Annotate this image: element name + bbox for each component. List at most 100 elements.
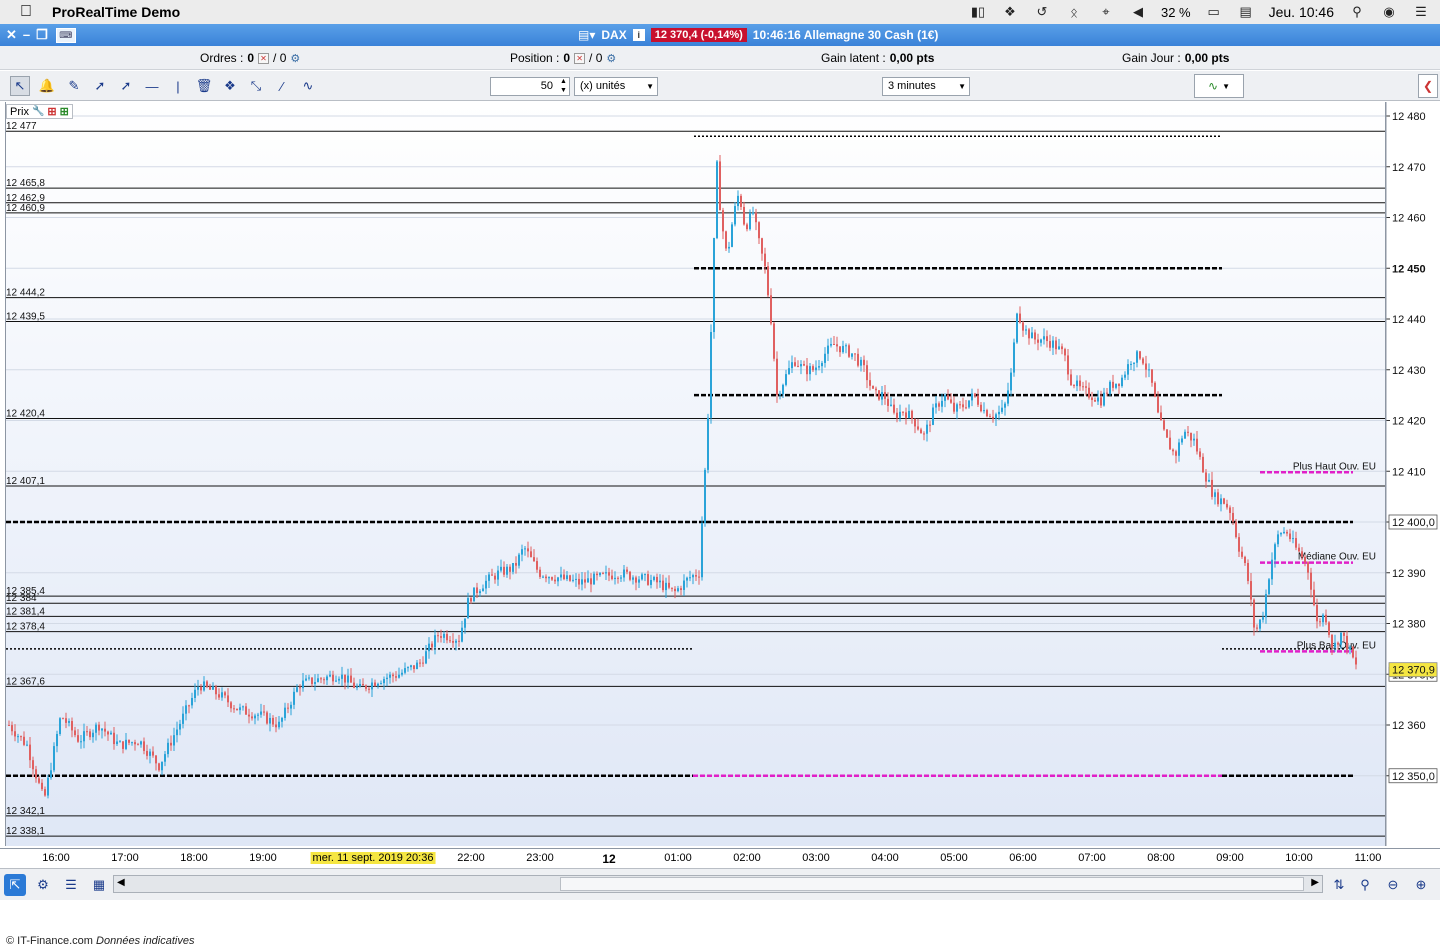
close-window-icon[interactable]: ✕ <box>6 27 17 43</box>
menubar-clock[interactable]: Jeu. 10:46 <box>1269 4 1334 20</box>
wifi-icon[interactable]: ⌖ <box>1097 4 1115 20</box>
candle-body <box>389 674 391 678</box>
info-icon[interactable]: i <box>632 29 645 41</box>
trendline-tool-icon[interactable]: ➚ <box>116 76 136 96</box>
magnet-tool-icon[interactable]: ❖ <box>220 76 240 96</box>
candle-body <box>551 577 553 580</box>
fibonacci-tool-icon[interactable]: ⤡ <box>246 76 266 96</box>
scrollbar-thumb[interactable] <box>560 877 1304 891</box>
candle-body <box>803 364 805 366</box>
battery-icon[interactable]: ▭ <box>1205 4 1223 20</box>
candle-body <box>893 404 895 413</box>
bluetooth-icon[interactable]: ᛟ <box>1065 4 1083 20</box>
close-position-icon[interactable]: ✕ <box>574 52 586 64</box>
instrument-selector-icon[interactable]: ▤▾ <box>578 28 595 42</box>
time-axis-label: 03:00 <box>802 852 830 864</box>
candle-body <box>1010 372 1012 391</box>
app-menu-name[interactable]: ProRealTime Demo <box>52 4 180 20</box>
horizontal-line-tool-icon[interactable]: — <box>142 76 162 96</box>
candle-body <box>1085 386 1087 388</box>
candle-body <box>890 404 892 406</box>
candle-body <box>830 343 832 346</box>
scroll-right-icon[interactable]: ▶ <box>1311 877 1319 888</box>
segment-tool-icon[interactable]: ➚ <box>90 76 110 96</box>
level-label: 12 384 <box>6 593 37 604</box>
candle-body <box>626 569 628 572</box>
candle-body <box>278 721 280 728</box>
wrench-icon[interactable]: 🔧 <box>32 106 44 117</box>
minimize-window-icon[interactable]: – <box>23 27 30 43</box>
candle-body <box>821 362 823 367</box>
candle-body <box>461 627 463 642</box>
autoscale-icon[interactable]: ⇅ <box>1328 874 1350 896</box>
vertical-line-tool-icon[interactable]: | <box>168 76 188 96</box>
candle-body <box>704 469 706 524</box>
candle-body <box>1343 632 1345 636</box>
expand-panel-icon[interactable]: ⊞ <box>60 105 69 118</box>
volume-icon[interactable]: ◀ <box>1129 4 1147 20</box>
candle-body <box>1175 451 1177 456</box>
orders-settings-icon[interactable]: ⚙ <box>290 52 300 65</box>
time-machine-icon[interactable]: ↺ <box>1033 4 1051 20</box>
candle-body <box>1115 383 1117 388</box>
side-panel-toggle-icon[interactable]: ❮ <box>1418 74 1438 98</box>
position-settings-icon[interactable]: ⚙ <box>606 52 616 65</box>
apple-icon[interactable]:  <box>0 3 52 21</box>
bottom-navigation-bar: ⇱ ⚙ ☰ ▦ ◀ ▶ ⇅ ⚲ ⊖ ⊕ <box>0 868 1440 900</box>
add-indicator-icon[interactable]: ⊞ <box>47 105 56 118</box>
candle-body <box>953 402 955 412</box>
bars-view-icon[interactable]: ▦ <box>88 874 110 896</box>
candle-body <box>1181 438 1183 443</box>
candle-body <box>212 686 214 690</box>
unit-select[interactable]: (x) unités ▼ <box>574 77 658 96</box>
list-view-icon[interactable]: ☰ <box>60 874 82 896</box>
level-label: 12 460,9 <box>6 203 45 214</box>
price-chart-area[interactable]: 12 477 12 465,8 12 462,9 12 460,9 12 444,2 12… <box>0 102 1440 947</box>
zoom-out-icon[interactable]: ⊖ <box>1382 874 1404 896</box>
candle-body <box>974 393 976 396</box>
candle-body <box>194 689 196 698</box>
spotlight-search-icon[interactable]: ⚲ <box>1348 4 1366 20</box>
siri-icon[interactable]: ◉ <box>1380 4 1398 20</box>
zoom-in-icon[interactable]: ⊕ <box>1410 874 1432 896</box>
candle-body <box>833 343 835 345</box>
ruler-tool-icon[interactable]: ✎ <box>64 76 84 96</box>
candle-body <box>617 577 619 579</box>
settings-tool-icon[interactable]: ⚙ <box>32 874 54 896</box>
quantity-stepper-icon[interactable]: ▲ ▼ <box>560 77 567 95</box>
alert-bell-icon[interactable]: 🔔 <box>37 76 57 96</box>
candlestick-chart[interactable]: 12 47712 465,812 462,912 460,912 444,212… <box>0 102 1440 848</box>
scroll-left-icon[interactable]: ◀ <box>117 877 125 888</box>
candle-body <box>137 744 139 746</box>
candle-body <box>515 562 517 566</box>
candle-body <box>230 702 232 709</box>
trading-status-icon[interactable]: ▮▯ <box>969 4 987 20</box>
quantity-input[interactable]: 50 <box>490 77 570 96</box>
pointer-tool-icon[interactable]: ↖ <box>10 76 30 96</box>
candle-body <box>1073 385 1075 387</box>
chart-type-selector[interactable]: ∿ ▼ <box>1194 74 1244 98</box>
dropbox-icon[interactable]: ❖ <box>1001 4 1019 20</box>
candle-body <box>125 739 127 749</box>
calendar-icon[interactable]: ▤ <box>1237 4 1255 20</box>
channel-tool-icon[interactable]: ∕ <box>272 76 292 96</box>
delete-drawings-icon[interactable]: 🗑 <box>194 76 214 96</box>
candle-body <box>566 575 568 580</box>
candle-body <box>707 417 709 470</box>
cancel-orders-icon[interactable]: ✕ <box>258 52 270 64</box>
candle-body <box>524 548 526 550</box>
indicator-tool-icon[interactable]: ∿ <box>298 76 318 96</box>
candle-body <box>239 707 241 711</box>
restore-window-icon[interactable]: ❐ <box>36 27 48 43</box>
share-icon[interactable]: ⇱ <box>4 874 26 896</box>
candle-body <box>836 344 838 347</box>
candle-body <box>65 718 67 723</box>
candle-body <box>542 576 544 578</box>
notification-center-icon[interactable]: ☰ <box>1412 4 1430 20</box>
timeframe-select[interactable]: 3 minutes ▼ <box>882 77 970 96</box>
candle-body <box>683 580 685 590</box>
chart-horizontal-scrollbar[interactable]: ◀ ▶ <box>113 875 1323 893</box>
keyboard-icon[interactable]: ⌨ <box>55 27 76 43</box>
instrument-name[interactable]: DAX <box>601 28 626 42</box>
zoom-fit-icon[interactable]: ⚲ <box>1354 874 1376 896</box>
